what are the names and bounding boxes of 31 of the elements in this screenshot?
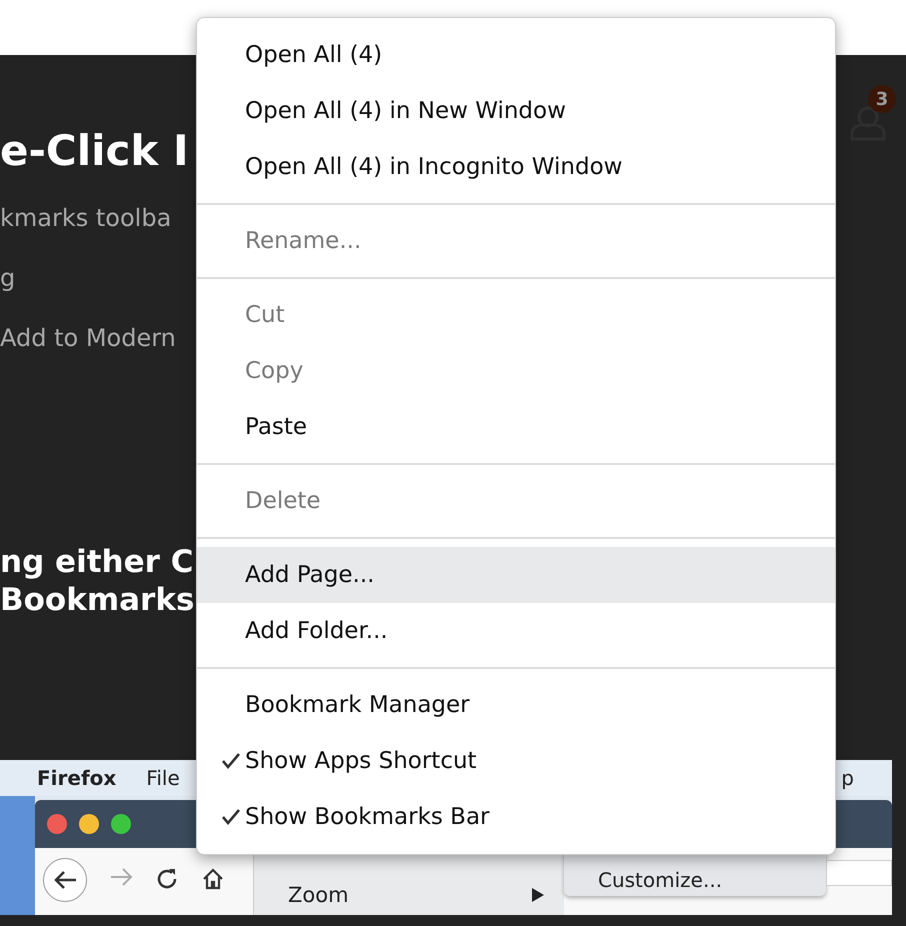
menu-bar-item[interactable]: File <box>146 766 180 790</box>
page-text: Add to Modern <box>0 323 176 354</box>
page-text: g <box>0 263 16 294</box>
menu-item[interactable]: Paste <box>197 399 835 455</box>
reload-icon[interactable] <box>155 867 179 891</box>
menu-bar-item[interactable]: Firefox <box>37 766 116 790</box>
notification-badge: 3 <box>868 85 896 113</box>
back-arrow-icon <box>52 869 78 891</box>
minimize-button[interactable] <box>79 814 99 834</box>
menu-item[interactable]: Add Page... <box>197 547 835 603</box>
section-heading: ng either C <box>0 543 194 581</box>
menu-item[interactable]: Zoom <box>254 875 564 915</box>
menu-item[interactable]: Bookmark Manager <box>197 677 835 733</box>
menu-item[interactable]: Show Apps Shortcut <box>197 733 835 789</box>
section-heading: Bookmarks <box>0 581 194 619</box>
menu-item[interactable]: Open All (4) <box>197 27 835 83</box>
close-button[interactable] <box>47 814 67 834</box>
menu-item[interactable]: Add Folder... <box>197 603 835 659</box>
forward-icon[interactable] <box>109 867 135 887</box>
page-heading: e-Click I <box>0 125 189 177</box>
menu-bar-item[interactable]: p <box>841 766 854 790</box>
menu-item-label: Zoom <box>288 883 349 907</box>
menu-item[interactable]: Show Bookmarks Bar <box>197 789 835 845</box>
zoom-button[interactable] <box>111 814 131 834</box>
menu-item[interactable]: Open All (4) in New Window <box>197 83 835 139</box>
page-text: kmarks toolba <box>0 203 172 234</box>
text-field[interactable] <box>826 860 892 886</box>
back-button[interactable] <box>43 858 87 902</box>
menu-item[interactable]: Customize... <box>564 868 722 896</box>
menu-item[interactable]: Open All (4) in Incognito Window <box>197 139 835 195</box>
home-icon[interactable] <box>201 867 225 891</box>
